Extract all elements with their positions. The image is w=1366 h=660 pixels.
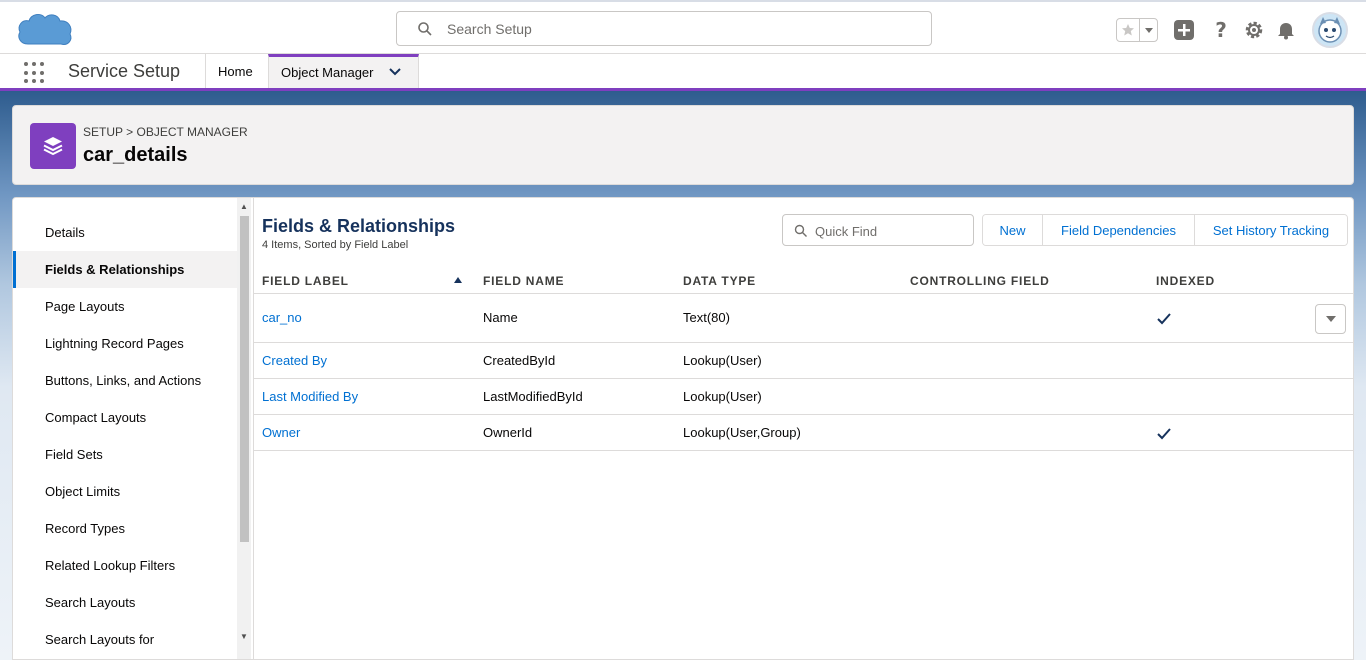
- action-button-group: New Field Dependencies Set History Track…: [982, 214, 1348, 246]
- fields-panel: Fields & Relationships 4 Items, Sorted b…: [253, 198, 1353, 659]
- page-title: car_details: [83, 144, 188, 166]
- field-label-link[interactable]: Created By: [262, 353, 327, 368]
- sidebar-item-label: Search Layouts: [45, 595, 136, 610]
- panel-title: Fields & Relationships: [262, 216, 456, 236]
- favorites-group[interactable]: [1116, 18, 1158, 42]
- sidebar-item-buttons-links-actions[interactable]: Buttons, Links, and Actions: [13, 362, 237, 399]
- sidebar-item-label: Record Types: [45, 521, 125, 536]
- panel-subtitle: 4 Items, Sorted by Field Label: [262, 239, 409, 251]
- sidebar-item-details[interactable]: Details: [13, 214, 237, 251]
- add-icon[interactable]: [1172, 18, 1196, 42]
- tab-object-manager[interactable]: Object Manager: [268, 54, 419, 88]
- sidebar-item-label: Lightning Record Pages: [45, 336, 184, 351]
- tab-home[interactable]: Home: [205, 54, 268, 88]
- field-label-link[interactable]: Last Modified By: [262, 389, 358, 404]
- scrollbar-thumb[interactable]: [240, 216, 249, 542]
- field-dependencies-button[interactable]: Field Dependencies: [1043, 215, 1195, 245]
- column-header-indexed[interactable]: INDEXED: [1156, 274, 1215, 288]
- content-card: Details Fields & Relationships Page Layo…: [12, 197, 1354, 660]
- sidebar-item-label: Field Sets: [45, 447, 103, 462]
- sidebar-item-record-types[interactable]: Record Types: [13, 510, 237, 547]
- field-label-link[interactable]: Owner: [262, 425, 300, 440]
- data-type-cell: Lookup(User): [683, 353, 762, 368]
- sidebar-item-field-sets[interactable]: Field Sets: [13, 436, 237, 473]
- app-launcher-icon[interactable]: [24, 62, 46, 84]
- checkmark-icon: [1157, 313, 1171, 325]
- quick-find-input[interactable]: [815, 222, 965, 240]
- checkmark-icon: [1157, 428, 1171, 440]
- svg-text:?: ?: [1215, 19, 1227, 41]
- row-actions-dropdown[interactable]: [1315, 304, 1346, 334]
- set-history-tracking-button[interactable]: Set History Tracking: [1195, 215, 1347, 245]
- gear-icon[interactable]: [1242, 18, 1266, 42]
- sidebar-item-compact-layouts[interactable]: Compact Layouts: [13, 399, 237, 436]
- salesforce-cloud-logo[interactable]: [16, 10, 74, 50]
- table-row: car_no Name Text(80): [254, 294, 1353, 343]
- search-icon: [418, 22, 432, 36]
- user-avatar[interactable]: [1312, 12, 1348, 48]
- sidebar-item-label: Buttons, Links, and Actions: [45, 373, 202, 388]
- sidebar-item-label: Related Lookup Filters: [45, 558, 176, 573]
- object-layers-icon: [30, 123, 76, 169]
- column-header-field-label[interactable]: FIELD LABEL: [262, 274, 349, 288]
- field-name-cell: OwnerId: [483, 425, 533, 440]
- table-header: FIELD LABEL FIELD NAME DATA TYPE CONTROL…: [254, 268, 1353, 294]
- app-navigation-bar: Service Setup Home Object Manager: [0, 54, 1366, 91]
- column-header-field-name[interactable]: FIELD NAME: [483, 274, 564, 288]
- sidebar-item-fields-relationships[interactable]: Fields & Relationships: [13, 251, 237, 288]
- sidebar-item-label: Fields & Relationships: [45, 262, 185, 277]
- bell-icon[interactable]: [1274, 18, 1298, 42]
- new-button[interactable]: New: [983, 215, 1043, 245]
- table-row: Created By CreatedById Lookup(User): [254, 343, 1353, 379]
- tab-label: Home: [218, 63, 253, 79]
- column-header-data-type[interactable]: DATA TYPE: [683, 274, 756, 288]
- breadcrumb-object-manager[interactable]: OBJECT MANAGER: [137, 125, 248, 139]
- table-row: Last Modified By LastModifiedById Lookup…: [254, 379, 1353, 415]
- scroll-up-arrow-icon[interactable]: ▲: [239, 202, 249, 212]
- data-type-cell: Text(80): [683, 310, 730, 325]
- data-type-cell: Lookup(User): [683, 389, 762, 404]
- sidebar-scrollbar[interactable]: ▲ ▼: [237, 198, 251, 659]
- sidebar-item-label: Page Layouts: [45, 299, 125, 314]
- search-icon: [794, 224, 807, 237]
- search-input[interactable]: [447, 18, 907, 40]
- sort-ascending-icon[interactable]: [454, 277, 462, 283]
- field-name-cell: CreatedById: [483, 353, 556, 368]
- sidebar-item-search-layouts-for[interactable]: Search Layouts for: [13, 621, 237, 658]
- sidebar-item-page-layouts[interactable]: Page Layouts: [13, 288, 237, 325]
- sidebar-item-label: Details: [45, 225, 85, 240]
- chevron-down-icon[interactable]: [1139, 19, 1157, 41]
- sidebar-item-related-lookup-filters[interactable]: Related Lookup Filters: [13, 547, 237, 584]
- sidebar-item-search-layouts[interactable]: Search Layouts: [13, 584, 237, 621]
- star-icon[interactable]: [1117, 19, 1139, 41]
- chevron-down-icon: [1325, 316, 1336, 322]
- sidebar-item-label: Object Limits: [45, 484, 121, 499]
- object-sidebar: Details Fields & Relationships Page Layo…: [13, 198, 251, 659]
- table-row: Owner OwnerId Lookup(User,Group): [254, 415, 1353, 451]
- chevron-down-icon[interactable]: [388, 65, 402, 80]
- breadcrumb-setup[interactable]: SETUP: [83, 125, 123, 139]
- field-name-cell: Name: [483, 310, 518, 325]
- breadcrumb-separator: >: [126, 125, 134, 139]
- sidebar-item-object-limits[interactable]: Object Limits: [13, 473, 237, 510]
- scroll-down-arrow-icon[interactable]: ▼: [239, 632, 249, 642]
- data-type-cell: Lookup(User,Group): [683, 425, 801, 440]
- object-header: SETUP > OBJECT MANAGER car_details: [12, 105, 1354, 185]
- sidebar-item-label: Search Layouts for: [45, 632, 155, 647]
- sidebar-item-lightning-record-pages[interactable]: Lightning Record Pages: [13, 325, 237, 362]
- field-name-cell: LastModifiedById: [483, 389, 583, 404]
- global-header: ?: [0, 0, 1366, 54]
- tab-label: Object Manager: [281, 65, 374, 80]
- quick-find[interactable]: [782, 214, 974, 246]
- global-search[interactable]: [396, 11, 932, 46]
- help-icon[interactable]: ?: [1209, 18, 1233, 42]
- app-name: Service Setup: [68, 61, 181, 81]
- column-header-controlling-field[interactable]: CONTROLLING FIELD: [910, 274, 1050, 288]
- sidebar-item-label: Compact Layouts: [45, 410, 147, 425]
- field-label-link[interactable]: car_no: [262, 310, 302, 325]
- breadcrumb: SETUP > OBJECT MANAGER: [83, 125, 248, 139]
